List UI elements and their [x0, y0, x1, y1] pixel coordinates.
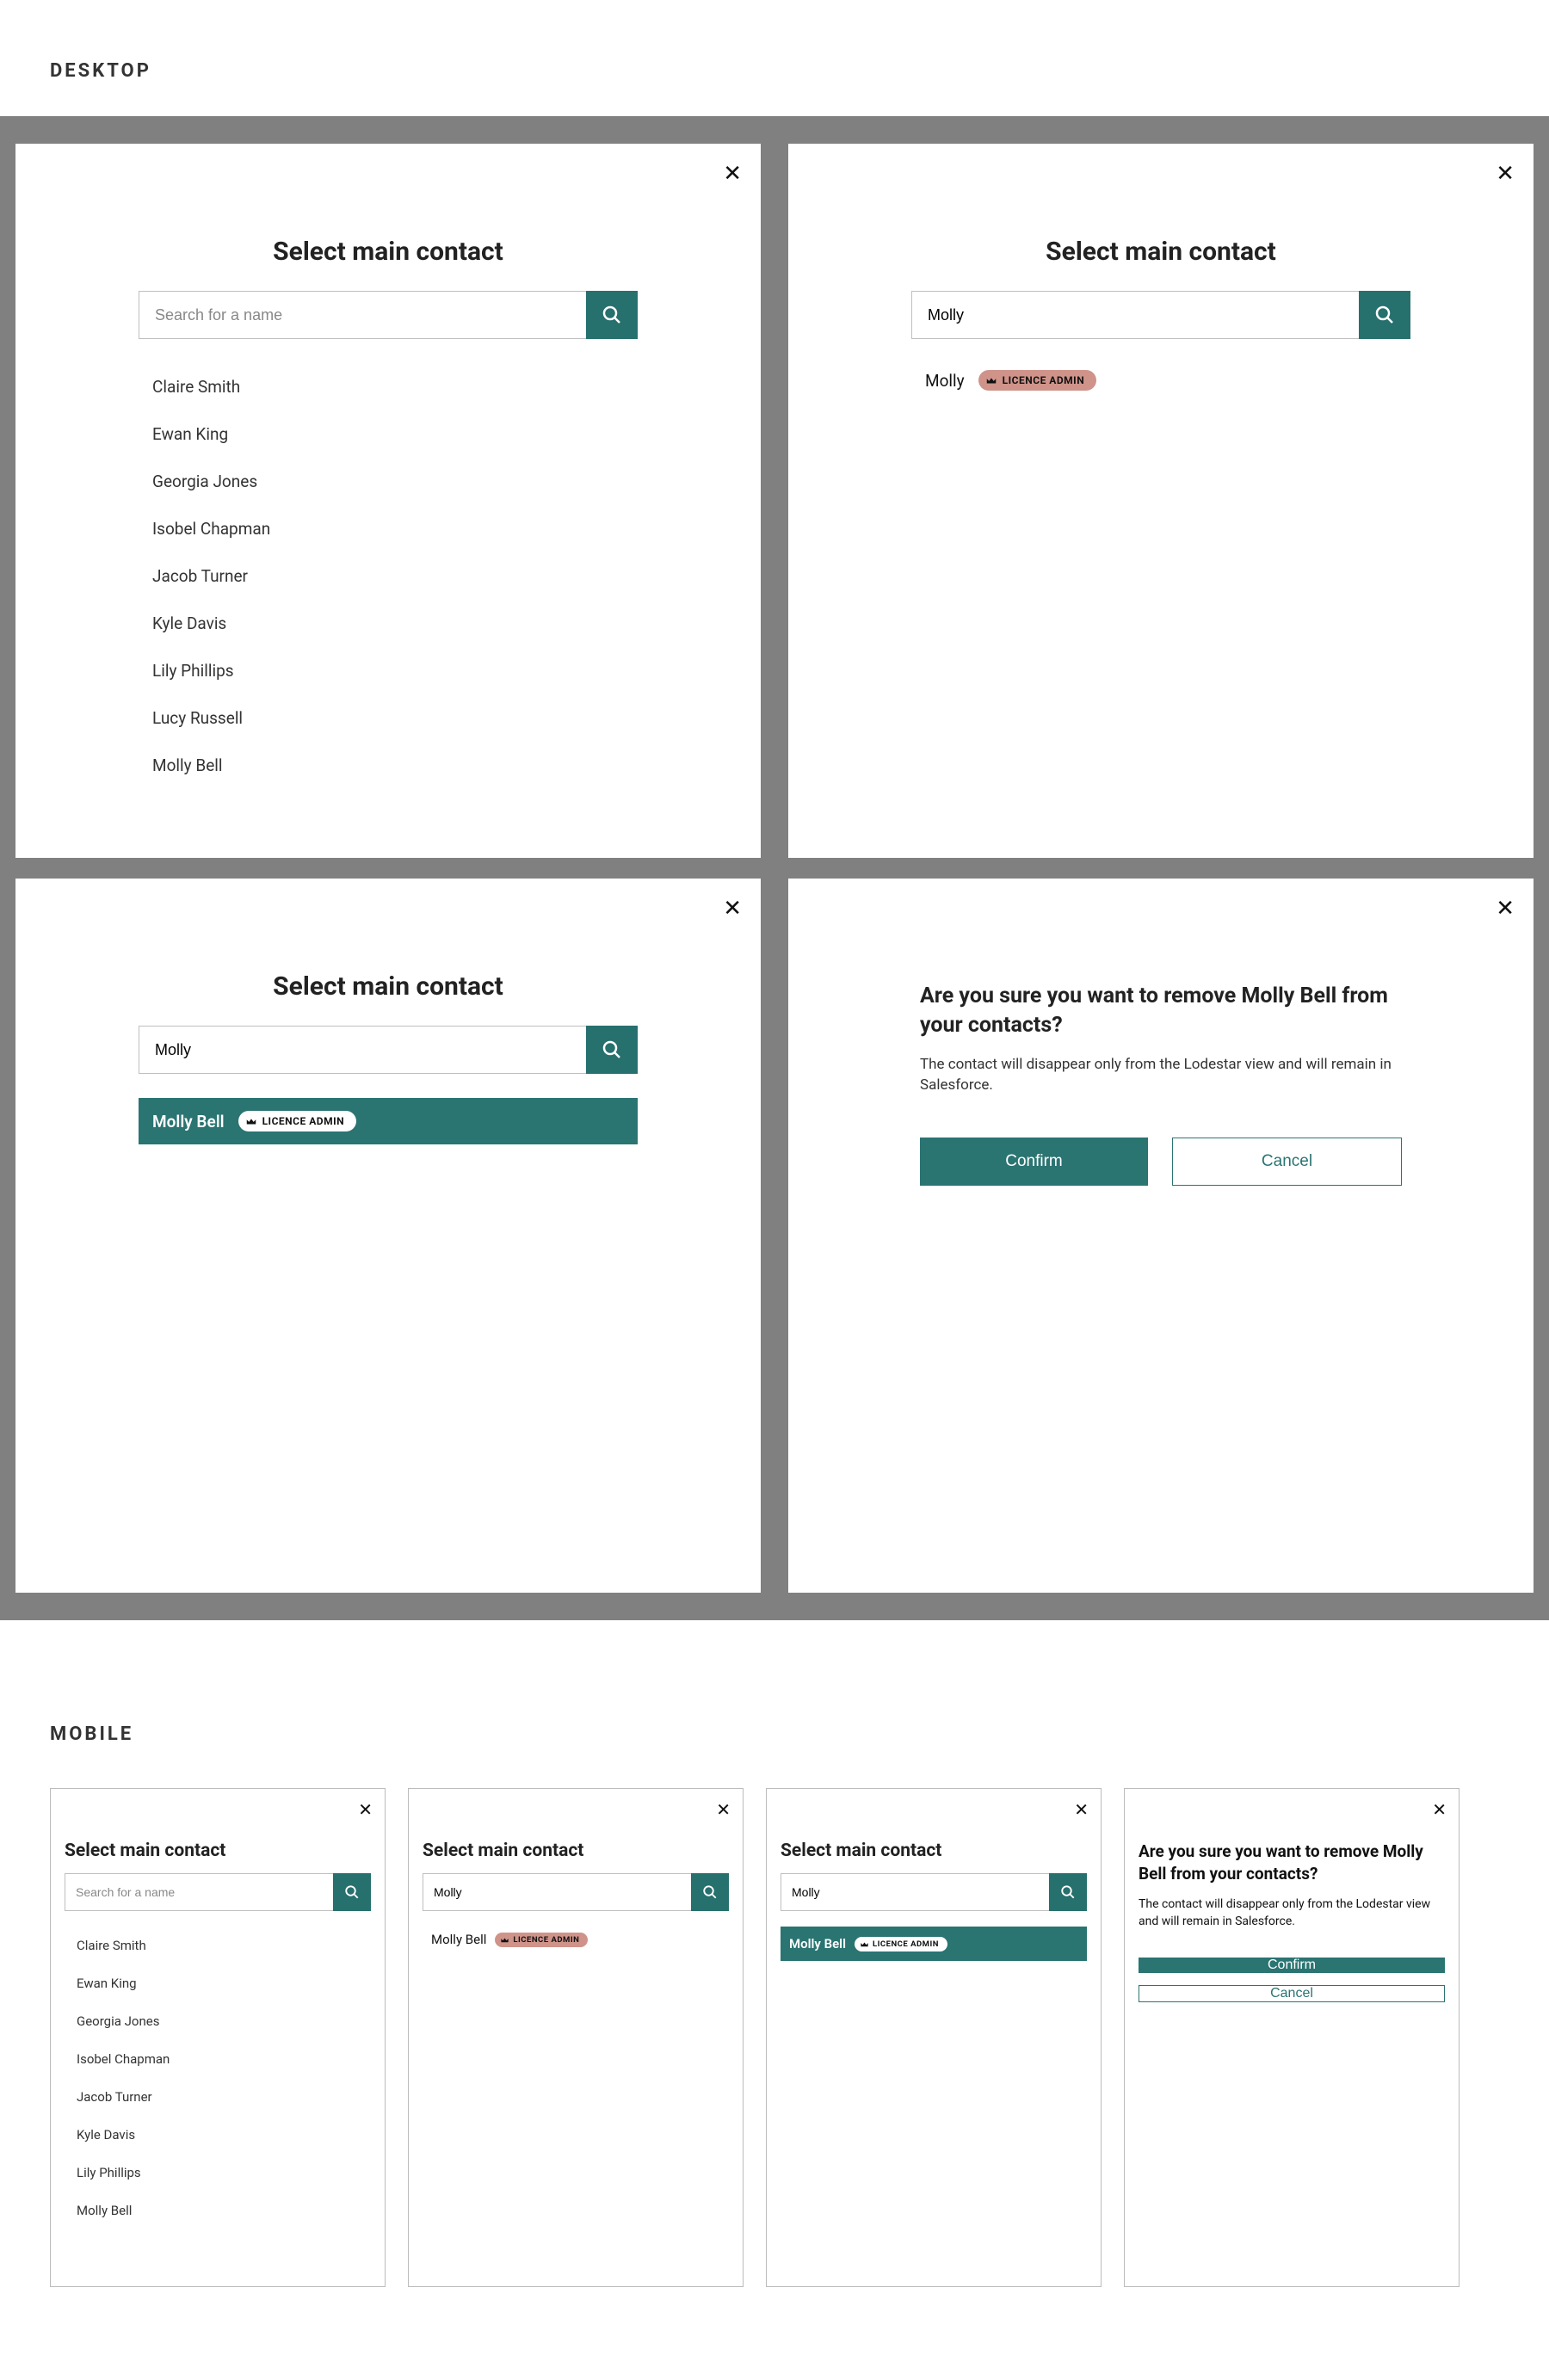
mobile-select-contact-filtered: ✕ Select main contact Molly Bell LICENCE… [408, 1788, 744, 2287]
contact-result-row-selected[interactable]: Molly Bell LICENCE ADMIN [139, 1098, 638, 1144]
close-icon[interactable]: ✕ [723, 163, 742, 185]
select-contact-modal-selected: ✕ Select main contact Molly Bell LICENCE… [15, 879, 761, 1593]
mobile-confirm-remove: ✕ Are you sure you want to remove Molly … [1124, 1788, 1460, 2287]
select-contact-modal-filtered: ✕ Select main contact Molly LICENCE ADMI… [788, 144, 1534, 858]
contact-item[interactable]: Isobel Chapman [149, 505, 638, 552]
confirm-remove-modal: ✕ Are you sure you want to remove Molly … [788, 879, 1534, 1593]
modal-title: Select main contact [423, 1840, 729, 1861]
modal-title: Select main contact [139, 971, 638, 1002]
search-button[interactable] [1359, 291, 1410, 339]
search-icon [602, 1039, 622, 1060]
select-contact-modal-list: ✕ Select main contact Claire Smith Ewan … [15, 144, 761, 858]
search-input[interactable] [139, 291, 586, 339]
search-button[interactable] [586, 291, 638, 339]
search-icon [1060, 1884, 1076, 1900]
contact-item[interactable]: Molly Bell [75, 2192, 371, 2229]
contact-item[interactable]: Jacob Turner [149, 552, 638, 600]
close-icon[interactable]: ✕ [716, 1801, 731, 1818]
mobile-row: ✕ Select main contact Claire Smith Ewan … [0, 1788, 1549, 2287]
search-input[interactable] [911, 291, 1359, 339]
crown-icon [245, 1115, 257, 1127]
contact-list: Claire Smith Ewan King Georgia Jones Iso… [139, 363, 638, 789]
contact-item[interactable]: Claire Smith [149, 363, 638, 410]
badge-label: LICENCE ADMIN [1003, 374, 1085, 386]
search-button[interactable] [1049, 1873, 1087, 1911]
badge-label: LICENCE ADMIN [262, 1115, 345, 1127]
contact-item[interactable]: Lily Phillips [75, 2154, 371, 2192]
confirm-title: Are you sure you want to remove Molly Be… [1139, 1840, 1445, 1884]
close-icon[interactable]: ✕ [1074, 1801, 1089, 1818]
crown-icon [860, 1939, 869, 1949]
contact-item[interactable]: Kyle Davis [75, 2116, 371, 2154]
contact-item[interactable]: Ewan King [75, 1964, 371, 2002]
close-icon[interactable]: ✕ [1432, 1801, 1447, 1818]
licence-admin-badge: LICENCE ADMIN [238, 1111, 357, 1131]
contact-item[interactable]: Lily Phillips [149, 647, 638, 694]
search-input[interactable] [423, 1873, 691, 1911]
search-row [423, 1873, 729, 1911]
modal-title: Select main contact [139, 237, 638, 267]
confirm-title: Are you sure you want to remove Molly Be… [920, 982, 1402, 1040]
search-row [139, 1026, 638, 1074]
contact-item[interactable]: Kyle Davis [149, 600, 638, 647]
contact-item[interactable]: Claire Smith [75, 1927, 371, 1964]
contact-result-name: Molly Bell [431, 1932, 486, 1947]
search-input[interactable] [781, 1873, 1049, 1911]
search-icon [702, 1884, 718, 1900]
search-icon [1374, 305, 1395, 325]
licence-admin-badge: LICENCE ADMIN [855, 1937, 947, 1951]
badge-label: LICENCE ADMIN [873, 1939, 939, 1949]
confirm-button[interactable]: Confirm [1139, 1958, 1445, 1973]
search-row [65, 1873, 371, 1911]
confirm-button[interactable]: Confirm [920, 1138, 1148, 1186]
cancel-button[interactable]: Cancel [1172, 1138, 1402, 1186]
contact-item[interactable]: Georgia Jones [75, 2002, 371, 2040]
cancel-button[interactable]: Cancel [1139, 1985, 1445, 2002]
contact-item[interactable]: Lucy Russell [149, 694, 638, 742]
search-icon [344, 1884, 360, 1900]
licence-admin-badge: LICENCE ADMIN [978, 370, 1097, 391]
contact-result-name: Molly Bell [789, 1936, 846, 1951]
close-icon[interactable]: ✕ [1496, 897, 1515, 920]
badge-label: LICENCE ADMIN [513, 1935, 579, 1945]
search-button[interactable] [691, 1873, 729, 1911]
search-button[interactable] [333, 1873, 371, 1911]
search-button[interactable] [586, 1026, 638, 1074]
section-label-desktop: DESKTOP [0, 34, 1549, 116]
contact-item[interactable]: Molly Bell [149, 742, 638, 789]
contact-result-row-selected[interactable]: Molly Bell LICENCE ADMIN [781, 1927, 1087, 1961]
search-row [781, 1873, 1087, 1911]
search-icon [602, 305, 622, 325]
confirm-body: The contact will disappear only from the… [1139, 1896, 1445, 1930]
contact-item[interactable]: Ewan King [149, 410, 638, 458]
search-input[interactable] [139, 1026, 586, 1074]
contact-item[interactable]: Georgia Jones [149, 458, 638, 505]
confirm-body: The contact will disappear only from the… [920, 1054, 1402, 1096]
contact-result-name: Molly [925, 371, 965, 391]
close-icon[interactable]: ✕ [358, 1801, 373, 1818]
mobile-select-contact-list: ✕ Select main contact Claire Smith Ewan … [50, 1788, 386, 2287]
contact-list: Claire Smith Ewan King Georgia Jones Iso… [65, 1927, 371, 2229]
close-icon[interactable]: ✕ [1496, 163, 1515, 185]
crown-icon [985, 374, 997, 386]
section-label-mobile: MOBILE [0, 1620, 1549, 1779]
contact-result-name: Molly Bell [152, 1112, 225, 1131]
modal-title: Select main contact [781, 1840, 1087, 1861]
search-input[interactable] [65, 1873, 333, 1911]
search-row [139, 291, 638, 339]
contact-item[interactable]: Isobel Chapman [75, 2040, 371, 2078]
search-row [911, 291, 1410, 339]
mobile-select-contact-selected: ✕ Select main contact Molly Bell LICENCE… [766, 1788, 1102, 2287]
crown-icon [500, 1935, 509, 1945]
contact-result-row[interactable]: Molly Bell LICENCE ADMIN [423, 1927, 729, 1952]
close-icon[interactable]: ✕ [723, 897, 742, 920]
contact-item[interactable]: Jacob Turner [75, 2078, 371, 2116]
contact-result-row[interactable]: Molly LICENCE ADMIN [911, 363, 1410, 398]
modal-title: Select main contact [911, 237, 1410, 267]
modal-title: Select main contact [65, 1840, 371, 1861]
licence-admin-badge: LICENCE ADMIN [495, 1933, 588, 1947]
desktop-grid: ✕ Select main contact Claire Smith Ewan … [0, 116, 1549, 1620]
